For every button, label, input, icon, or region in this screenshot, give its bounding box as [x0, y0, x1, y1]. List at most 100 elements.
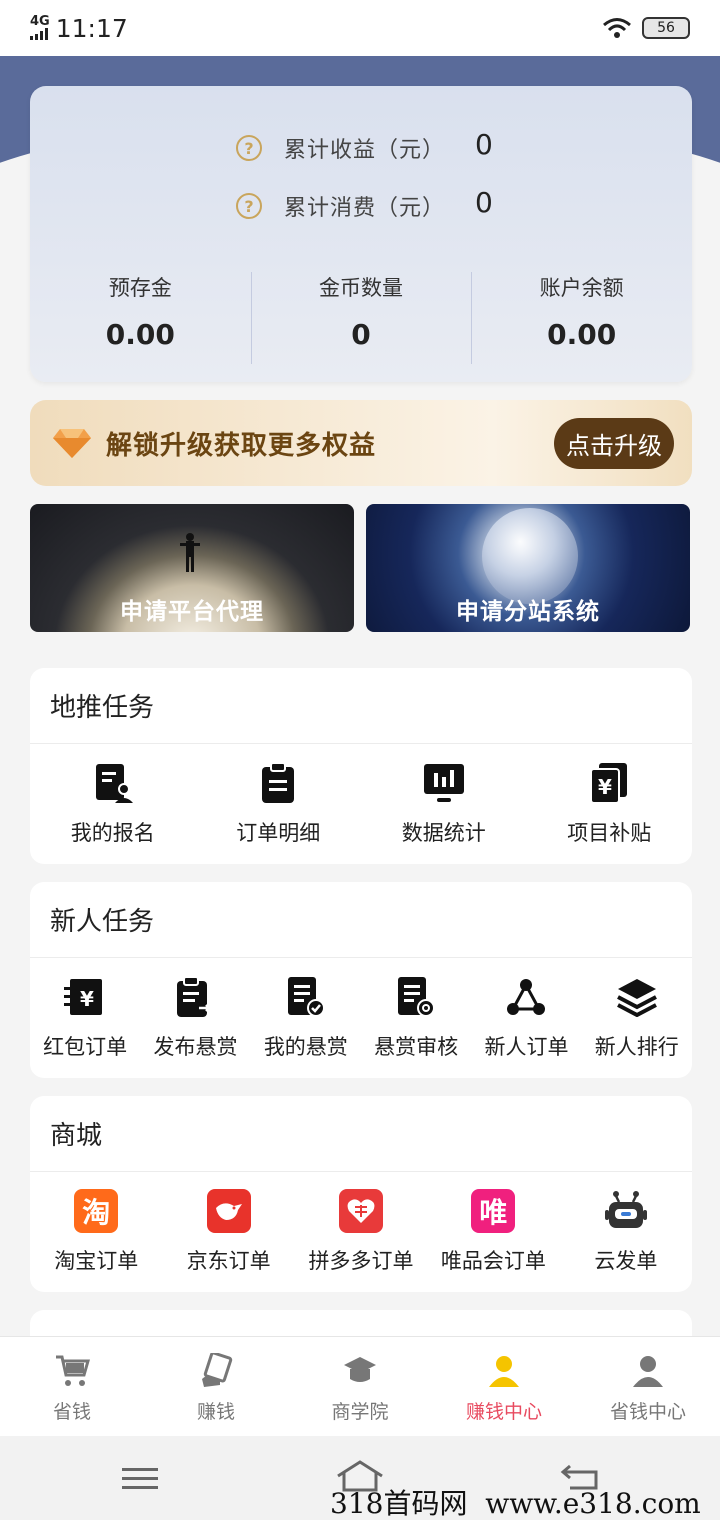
reward-review-item[interactable]: 悬赏审核	[361, 975, 471, 1061]
tab-earn-money[interactable]: 赚钱	[144, 1337, 288, 1436]
jd-order-item[interactable]: 京东订单	[162, 1189, 294, 1275]
order-detail-item[interactable]: 订单明细	[196, 761, 362, 847]
upgrade-button[interactable]: 点击升级	[554, 417, 674, 469]
taobao-order-item[interactable]: 淘 淘宝订单	[30, 1189, 162, 1275]
item-label: 云发单	[594, 1249, 658, 1273]
coins-cell[interactable]: 金币数量 0	[250, 272, 472, 364]
svg-text:¥: ¥	[598, 775, 612, 799]
document-check-icon	[284, 975, 328, 1019]
upgrade-banner[interactable]: 解锁升级获取更多权益 点击升级	[30, 400, 692, 486]
signal-icon: 4G	[30, 14, 50, 40]
tab-label: 省钱	[52, 1401, 91, 1423]
item-label: 我的报名	[70, 821, 155, 845]
item-label: 数据统计	[401, 821, 486, 845]
battery-icon: 56	[642, 17, 690, 39]
pdd-order-item[interactable]: 拼多多订单	[295, 1189, 427, 1275]
help-icon[interactable]: ?	[236, 135, 262, 161]
project-subsidy-item[interactable]: ¥ 项目补贴	[527, 761, 693, 847]
balance-value: 0.00	[547, 318, 617, 351]
status-bar: 4G 11:17 56	[0, 0, 720, 56]
jd-icon	[206, 1189, 251, 1233]
apply-agent-banner[interactable]: 申请平台代理	[30, 504, 354, 632]
newbie-ranking-item[interactable]: 新人排行	[582, 975, 692, 1061]
item-label: 淘宝订单	[54, 1249, 139, 1273]
post-reward-item[interactable]: 发布悬赏	[140, 975, 250, 1061]
total-spend-label: 累计消费（元）	[284, 196, 446, 221]
vip-order-item[interactable]: 唯 唯品会订单	[427, 1189, 559, 1275]
item-label: 项目补贴	[567, 821, 652, 845]
globe-image	[482, 508, 578, 604]
section-title: 地推任务	[30, 668, 692, 744]
deposit-label: 预存金	[108, 276, 172, 300]
wifi-icon	[603, 18, 631, 38]
total-income-label: 累计收益（元）	[284, 138, 446, 163]
item-label: 悬赏审核	[374, 1035, 459, 1059]
clipboard-export-icon	[173, 975, 217, 1019]
clipboard-person-icon	[91, 761, 135, 805]
cloud-send-item[interactable]: 云发单	[560, 1189, 692, 1275]
network-type: 4G	[30, 14, 50, 29]
menu-icon[interactable]	[122, 1466, 158, 1492]
item-label: 红包订单	[43, 1035, 128, 1059]
balance-cell[interactable]: 账户余额 0.00	[471, 272, 692, 364]
section-title: 新人任务	[30, 882, 692, 958]
taobao-icon: 淘	[74, 1189, 119, 1233]
deposit-cell[interactable]: 预存金 0.00	[30, 272, 251, 351]
item-label: 新人订单	[484, 1035, 569, 1059]
svg-text:¥: ¥	[80, 987, 94, 1011]
coins-value: 0	[351, 318, 371, 351]
person-silhouette	[180, 533, 200, 572]
coins-label: 金币数量	[319, 276, 403, 300]
mall-section: 商城 淘 淘宝订单 京东订单 拼多多订单 唯 唯品会订单 云发单	[30, 1096, 692, 1292]
graduation-cap-icon	[344, 1357, 376, 1382]
network-nodes-icon	[504, 975, 548, 1019]
earnings-card: ? 累计收益（元） 0 ? 累计消费（元） 0 预存金 0.00 金币数量 0 …	[30, 86, 692, 382]
newbie-order-item[interactable]: 新人订单	[471, 975, 581, 1061]
tab-label: 省钱中心	[609, 1401, 686, 1423]
bottom-tab-bar: 省钱 赚钱 商学院 赚钱中心 省钱中心	[0, 1336, 720, 1436]
item-label: 订单明细	[236, 821, 321, 845]
item-label: 京东订单	[186, 1249, 271, 1273]
robot-icon	[604, 1189, 648, 1233]
yen-document-icon: ¥	[587, 761, 631, 805]
tab-label: 赚钱	[196, 1401, 235, 1423]
apply-substation-label: 申请分站系统	[456, 599, 600, 625]
ground-tasks-section: 地推任务 我的报名 订单明细 数据统计 ¥ 项目补贴	[30, 668, 692, 864]
monitor-chart-icon	[422, 761, 466, 805]
tab-business-school[interactable]: 商学院	[288, 1337, 432, 1436]
tab-earn-center[interactable]: 赚钱中心	[432, 1337, 576, 1436]
apply-substation-banner[interactable]: 申请分站系统	[366, 504, 690, 632]
watermark: 318首码网 www.e318.com	[330, 1487, 701, 1520]
total-income-row[interactable]: ? 累计收益（元） 0	[236, 128, 493, 164]
apply-agent-label: 申请平台代理	[120, 599, 264, 625]
status-time: 11:17	[55, 13, 128, 43]
tab-label: 商学院	[331, 1401, 389, 1423]
help-icon[interactable]: ?	[236, 193, 262, 219]
data-stats-item[interactable]: 数据统计	[361, 761, 527, 847]
tab-label: 赚钱中心	[465, 1401, 542, 1423]
pinduoduo-icon	[339, 1189, 384, 1233]
red-packet-order-item[interactable]: ¥ 红包订单	[30, 975, 140, 1061]
user-gray-icon	[633, 1356, 663, 1387]
deposit-value: 0.00	[105, 318, 175, 351]
item-label: 发布悬赏	[153, 1035, 238, 1059]
yen-receipt-icon: ¥	[63, 975, 107, 1019]
vipshop-icon: 唯	[471, 1189, 516, 1233]
balance-row: 预存金 0.00 金币数量 0 账户余额 0.00	[30, 272, 692, 364]
item-label: 唯品会订单	[440, 1249, 546, 1273]
my-reward-item[interactable]: 我的悬赏	[251, 975, 361, 1061]
newbie-tasks-section: 新人任务 ¥ 红包订单 发布悬赏 我的悬赏 悬赏审核 新人订单 新人排行	[30, 882, 692, 1078]
item-label: 我的悬赏	[263, 1035, 348, 1059]
tab-save-money[interactable]: 省钱	[0, 1337, 144, 1436]
tab-save-center[interactable]: 省钱中心	[576, 1337, 720, 1436]
document-gear-icon	[394, 975, 438, 1019]
item-label: 拼多多订单	[308, 1249, 414, 1273]
balance-label: 账户余额	[539, 276, 624, 300]
cart-icon	[56, 1355, 90, 1386]
my-signup-item[interactable]: 我的报名	[30, 761, 196, 847]
item-label: 新人排行	[594, 1035, 679, 1059]
clipboard-list-icon	[256, 761, 300, 805]
total-spend-row[interactable]: ? 累计消费（元） 0	[236, 186, 493, 222]
diamond-icon	[53, 429, 91, 458]
section-title: 商城	[30, 1096, 692, 1172]
